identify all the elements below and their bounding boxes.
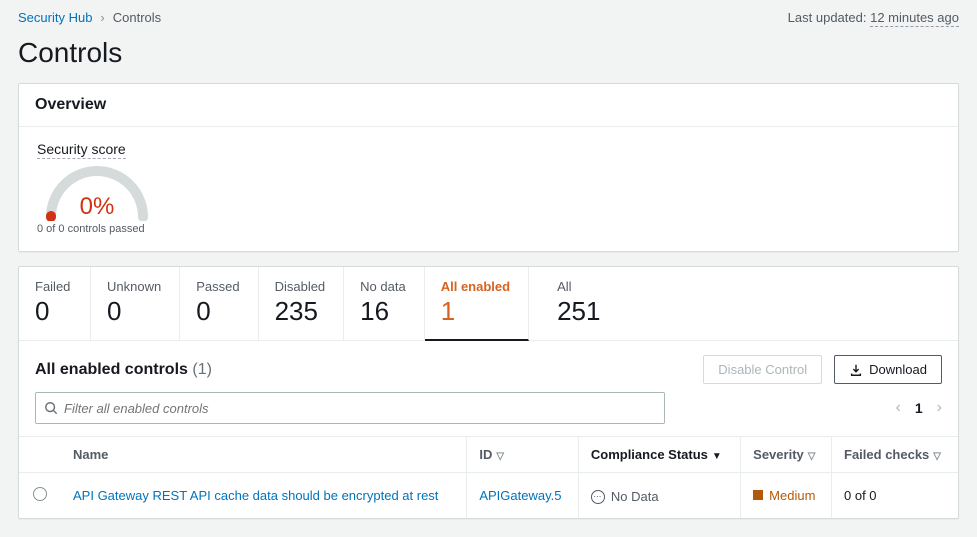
tab-unknown-label: Unknown [107, 279, 161, 294]
tab-passed-label: Passed [196, 279, 239, 294]
tab-disabled-label: Disabled [275, 279, 326, 294]
download-button-label: Download [869, 362, 927, 377]
tab-passed[interactable]: Passed 0 [180, 267, 258, 340]
compliance-status-text: No Data [611, 489, 659, 504]
col-name-label: Name [73, 447, 108, 462]
overview-panel: Overview Security score 0% 0 of 0 contro… [18, 83, 959, 252]
list-title: All enabled controls (1) [35, 361, 212, 379]
col-select [19, 437, 61, 473]
download-button[interactable]: Download [834, 355, 942, 384]
col-id-label: ID [479, 447, 492, 462]
tab-no-data-value: 16 [360, 296, 406, 327]
pager-prev[interactable]: ‹ [896, 399, 901, 417]
tab-all[interactable]: All 251 [529, 267, 618, 340]
last-updated-label: Last updated: [788, 10, 867, 25]
col-compliance-label: Compliance Status [591, 447, 708, 462]
col-severity-label: Severity [753, 447, 804, 462]
filter-input[interactable] [64, 401, 656, 416]
search-icon [44, 401, 58, 415]
security-score-gauge: 0% [37, 165, 157, 221]
tab-no-data-label: No data [360, 279, 406, 294]
sort-icon: ▽ [808, 451, 816, 462]
col-severity[interactable]: Severity ▽ [741, 437, 832, 473]
tab-unknown-value: 0 [107, 296, 161, 327]
status-tabs: Failed 0 Unknown 0 Passed 0 Disabled 235… [19, 267, 958, 341]
pager: ‹ 1 › [896, 399, 942, 417]
security-score-label: Security score [37, 141, 126, 159]
compliance-status: ⋯ No Data [591, 489, 659, 504]
tab-all-enabled-value: 1 [441, 296, 510, 327]
pager-next[interactable]: › [937, 399, 942, 417]
tab-passed-value: 0 [196, 296, 239, 327]
controls-list-panel: Failed 0 Unknown 0 Passed 0 Disabled 235… [18, 266, 959, 519]
control-name-link[interactable]: API Gateway REST API cache data should b… [73, 488, 438, 503]
sort-icon: ▽ [496, 451, 504, 462]
tab-all-enabled-label: All enabled [441, 279, 510, 294]
tab-disabled-value: 235 [275, 296, 326, 327]
last-updated: Last updated: 12 minutes ago [788, 10, 959, 25]
breadcrumb-row: Security Hub › Controls Last updated: 12… [18, 0, 959, 33]
severity-text: Medium [769, 488, 815, 503]
breadcrumb-root-link[interactable]: Security Hub [18, 10, 92, 25]
severity-square-icon [753, 490, 763, 500]
tab-all-value: 251 [557, 296, 600, 327]
list-count: (1) [192, 361, 212, 378]
disable-control-button[interactable]: Disable Control [703, 355, 822, 384]
controls-table: Name ID ▽ Compliance Status ▼ Severity ▽ Fa… [19, 436, 958, 518]
overview-heading: Overview [19, 84, 958, 127]
sort-icon: ▽ [933, 451, 941, 462]
col-compliance[interactable]: Compliance Status ▼ [578, 437, 740, 473]
filter-box[interactable] [35, 392, 665, 424]
security-score-percent: 0% [37, 193, 157, 221]
severity-badge: Medium [753, 488, 815, 503]
tab-failed[interactable]: Failed 0 [19, 267, 91, 340]
no-data-icon: ⋯ [591, 490, 605, 504]
download-icon [849, 363, 863, 377]
pager-page: 1 [915, 400, 923, 416]
col-failed[interactable]: Failed checks ▽ [832, 437, 958, 473]
last-updated-value: 12 minutes ago [870, 10, 959, 27]
breadcrumb: Security Hub › Controls [18, 10, 161, 25]
tab-all-enabled[interactable]: All enabled 1 [425, 267, 529, 341]
list-title-text: All enabled controls [35, 361, 188, 378]
sort-desc-icon: ▼ [712, 451, 722, 462]
failed-checks-value: 0 of 0 [844, 488, 877, 503]
table-row: API Gateway REST API cache data should b… [19, 473, 958, 519]
page-title: Controls [18, 37, 959, 69]
row-select-radio[interactable] [33, 487, 47, 501]
security-score-subtext: 0 of 0 controls passed [37, 223, 145, 235]
tab-unknown[interactable]: Unknown 0 [91, 267, 180, 340]
control-id-link[interactable]: APIGateway.5 [479, 488, 561, 503]
tab-failed-label: Failed [35, 279, 72, 294]
chevron-right-icon: › [100, 10, 104, 25]
breadcrumb-current: Controls [113, 10, 161, 25]
col-id[interactable]: ID ▽ [467, 437, 579, 473]
col-name[interactable]: Name [61, 437, 467, 473]
col-failed-label: Failed checks [844, 447, 929, 462]
tab-failed-value: 0 [35, 296, 72, 327]
tab-all-label: All [557, 279, 600, 294]
tab-no-data[interactable]: No data 16 [344, 267, 425, 340]
tab-disabled[interactable]: Disabled 235 [259, 267, 345, 340]
